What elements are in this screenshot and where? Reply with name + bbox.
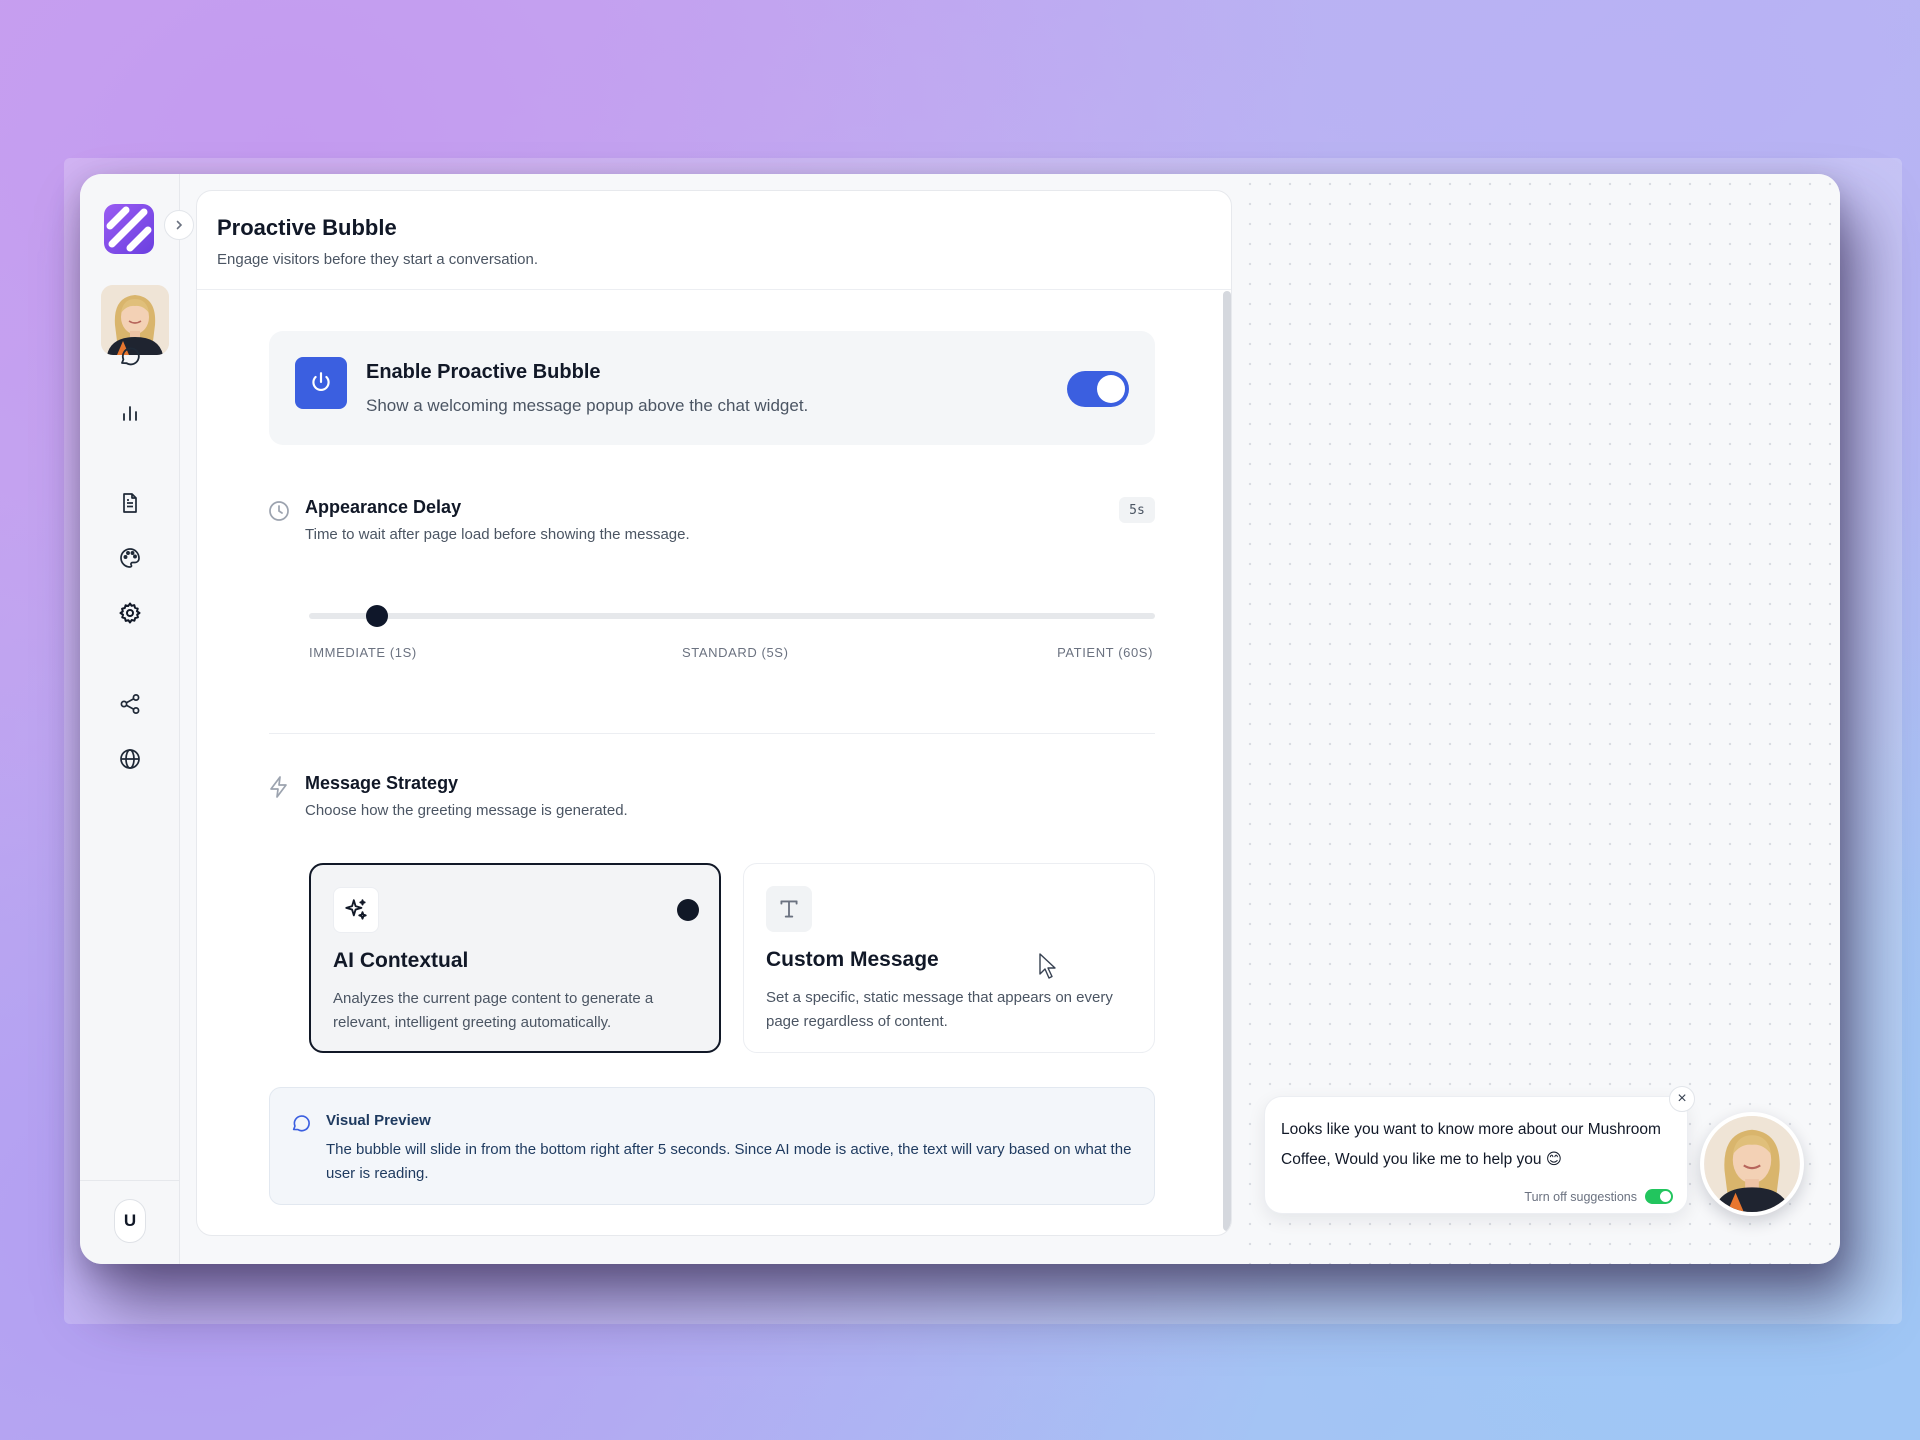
enable-card: Enable Proactive Bubble Show a welcoming… [269, 331, 1155, 445]
proactive-bubble[interactable]: Looks like you want to know more about o… [1264, 1096, 1688, 1214]
strategy-option-ai[interactable]: AI Contextual Analyzes the current page … [309, 863, 721, 1053]
delay-description: Time to wait after page load before show… [305, 526, 690, 543]
power-icon [295, 357, 347, 409]
chat-icon[interactable] [116, 342, 144, 370]
slider-label-mid: STANDARD (5S) [682, 645, 789, 660]
document-icon[interactable] [116, 489, 144, 517]
gear-icon[interactable] [116, 599, 144, 627]
page-title: Proactive Bubble [217, 215, 397, 240]
close-icon[interactable]: × [1669, 1086, 1695, 1112]
scrollbar[interactable] [1223, 291, 1231, 1231]
bar-chart-icon[interactable] [116, 399, 144, 427]
enable-description: Show a welcoming message popup above the… [366, 396, 809, 415]
mouse-cursor-icon [1038, 952, 1060, 980]
text-t-icon [766, 886, 812, 932]
sparkles-icon [333, 887, 379, 933]
globe-icon[interactable] [116, 745, 144, 773]
section-divider [269, 733, 1155, 734]
chat-widget-avatar[interactable] [1700, 1112, 1804, 1216]
strategy-title: Message Strategy [305, 773, 459, 793]
palette-icon[interactable] [116, 544, 144, 572]
bubble-footer: Turn off suggestions [1524, 1189, 1673, 1204]
share-icon[interactable] [116, 690, 144, 718]
page-subtitle: Engage visitors before they start a conv… [217, 251, 539, 268]
chat-bubble-icon [290, 1112, 312, 1134]
strategy-option-title: Custom Message [766, 948, 939, 971]
visual-preview-box: Visual Preview The bubble will slide in … [269, 1087, 1155, 1205]
preview-title: Visual Preview [326, 1112, 431, 1129]
toggle-knob [1097, 375, 1125, 403]
strategy-description: Choose how the greeting message is gener… [305, 802, 628, 819]
suggestions-toggle[interactable] [1645, 1189, 1673, 1204]
sidebar-footer: U [80, 1180, 180, 1264]
chevron-right-icon[interactable] [164, 210, 194, 240]
bubble-message: Looks like you want to know more about o… [1281, 1121, 1661, 1168]
settings-panel: Proactive Bubble Engage visitors before … [196, 190, 1232, 1236]
enable-toggle[interactable] [1067, 371, 1129, 407]
strategy-option-description: Analyzes the current page content to gen… [333, 990, 654, 1031]
delay-slider-thumb[interactable] [365, 605, 388, 627]
turn-off-suggestions-label: Turn off suggestions [1524, 1189, 1637, 1204]
delay-slider-track[interactable] [309, 613, 1155, 619]
delay-value-badge: 5s [1119, 497, 1155, 523]
user-menu-button[interactable]: U [114, 1199, 146, 1243]
panel-header: Proactive Bubble Engage visitors before … [197, 191, 1231, 290]
enable-title: Enable Proactive Bubble [366, 361, 601, 383]
sidebar: U [80, 174, 180, 1264]
strategy-option-title: AI Contextual [333, 949, 469, 972]
lightning-icon [267, 775, 291, 799]
delay-title: Appearance Delay [305, 497, 462, 517]
strategy-option-description: Set a specific, static message that appe… [766, 989, 1113, 1030]
radio-selected-indicator[interactable] [677, 899, 699, 921]
slider-label-max: PATIENT (60S) [1057, 645, 1153, 660]
slider-label-min: IMMEDIATE (1S) [309, 645, 417, 660]
clock-icon [267, 499, 291, 523]
strategy-option-custom[interactable]: Custom Message Set a specific, static me… [743, 863, 1155, 1053]
app-window: U Proactive Bubble Engage visitors befor… [80, 174, 1840, 1264]
brand-logo[interactable] [104, 204, 154, 254]
preview-text: The bubble will slide in from the bottom… [326, 1141, 1132, 1182]
